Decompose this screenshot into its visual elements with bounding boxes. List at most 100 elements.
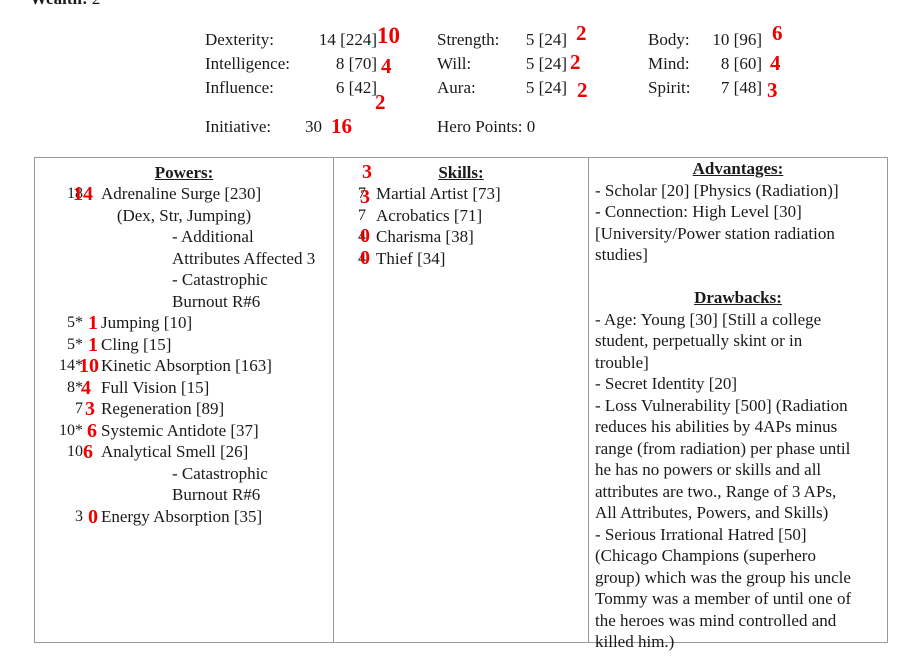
attribute-name: Strength: [437, 30, 500, 49]
drawback-line: - Secret Identity [20] [595, 374, 738, 393]
skill-name: Charisma [38] [376, 227, 474, 246]
hero-points: Hero Points: 0 [437, 117, 536, 136]
power-entry: 7 3 Regeneration [89] [35, 398, 333, 420]
attribute-annotation: 10 [377, 23, 400, 48]
attribute-row: Intelligence: 8 [70] 4 [205, 54, 420, 78]
attribute-annotation: 2 [375, 90, 386, 114]
power-annotation: 6 [87, 419, 97, 442]
initiative-annotation: 16 [331, 114, 352, 138]
drawback-line: - Serious Irrational Hatred [50] [595, 524, 807, 544]
skills-column: Skills: 7 3 Martial Artist [73] 7 3 Acro… [334, 158, 589, 642]
power-ap: 8* [67, 378, 83, 396]
drawback-line: he has no powers or skills and all [595, 460, 822, 479]
skill-ap: 7 [358, 206, 366, 224]
attribute-row: Spirit: 7 [48] 3 [648, 78, 848, 102]
power-annotation: 1 [88, 333, 98, 356]
skills-heading: Skills: [438, 163, 484, 182]
skill-entry: 4 0 Thief [34] [334, 248, 588, 270]
advantages-heading: Advantages: [692, 159, 784, 178]
wealth-label: Wealth: [30, 0, 88, 8]
attribute-row: Aura: 5 [24] 2 [437, 78, 637, 102]
power-name: Kinetic Absorption [163] [101, 356, 272, 375]
attribute-annotation: 2 [577, 78, 588, 102]
drawback-line: the heroes was mind controlled and [595, 610, 837, 630]
power-detail-line: - Catastrophic [172, 270, 268, 289]
drawbacks-heading: Drawbacks: [694, 288, 782, 307]
power-entry: 10* 6 Systemic Antidote [37] [35, 420, 333, 442]
attribute-name: Will: [437, 54, 472, 73]
attribute-row: Mind: 8 [60] 4 [648, 51, 848, 78]
powers-column: Powers: 18 14 Adrenaline Surge [230] (De… [35, 158, 334, 642]
power-annotation: 0 [88, 505, 98, 528]
drawback-line: reduces his abilities by 4APs minus [595, 417, 838, 436]
power-name: Energy Absorption [35] [101, 506, 263, 526]
attribute-column-body-mind-spirit: Body: 10 [96] 6 Mind: 8 [60] 4 Spirit: 7… [648, 23, 848, 102]
wealth-value: 2 [92, 0, 101, 8]
power-ap: 10* [59, 421, 83, 439]
power-ap: 14* [59, 357, 83, 374]
power-ap: 5* [67, 314, 83, 331]
initiative-value: 30 [305, 117, 322, 136]
power-name: Adrenaline Surge [230] [101, 184, 262, 203]
skill-entry: 7 3 Acrobatics [71] [334, 187, 588, 227]
power-entry: 5* 1 Jumping [10] [35, 312, 333, 334]
power-annotation: 14 [73, 183, 93, 205]
drawback-line: killed him.) [595, 632, 675, 651]
attribute-annotation: 4 [770, 51, 781, 75]
attribute-name: Dexterity: [205, 30, 274, 49]
drawback-line: Tommy was a member of until one of [595, 589, 852, 608]
skill-name: Acrobatics [71] [376, 205, 483, 225]
attribute-name: Intelligence: [205, 54, 290, 73]
power-entry: 18 14 Adrenaline Surge [230] [35, 183, 333, 205]
skill-entry: 7 3 Martial Artist [73] [334, 162, 588, 205]
power-ap: 3 [75, 507, 83, 525]
power-annotation: 1 [88, 312, 98, 334]
power-name: Systemic Antidote [37] [101, 420, 259, 440]
power-annotation: 6 [83, 441, 93, 463]
attribute-value: 8 [60] [720, 54, 762, 73]
skill-entry: 4 0 Charisma [38] [334, 226, 588, 248]
drawback-line: attributes are two., Range of 3 APs, [595, 481, 837, 501]
drawback-line: - Age: Young [30] [Still a college [595, 309, 822, 329]
drawback-line: (Chicago Champions (superhero [595, 546, 816, 565]
power-ap: 5* [67, 335, 83, 353]
drawback-line: - Loss Vulnerability [500] (Radiation [595, 395, 848, 415]
attribute-name: Body: [648, 30, 690, 49]
attribute-value: 6 [42] [335, 78, 377, 97]
attribute-row: Influence: 6 [42] 2 [205, 78, 420, 113]
wealth-line: Wealth: 2 [30, 0, 100, 9]
attribute-value: 5 [24] [525, 54, 567, 73]
character-sheet-page: Wealth: 2 Dexterity: 14 [224] 10 Intelli… [0, 0, 912, 663]
power-entry: 5* 1 Cling [15] [35, 334, 333, 356]
power-entry: 10 6 Analytical Smell [26] [35, 441, 333, 463]
attribute-row: Will: 5 [24] 2 [437, 50, 637, 78]
power-name: Full Vision [15] [101, 377, 210, 397]
power-ap: 7 [75, 400, 83, 417]
power-annotation: 10 [79, 355, 99, 377]
attribute-annotation: 2 [576, 21, 587, 45]
drawback-line: trouble] [595, 352, 649, 372]
skill-annotation: 3 [362, 161, 372, 183]
drawback-line: range (from radiation) per phase until [595, 438, 851, 458]
attribute-column-strength-will-aura: Strength: 5 [24] 2 Will: 5 [24] 2 Aura: … [437, 23, 637, 102]
drawback-line: student, perpetually skint or in [595, 331, 803, 350]
attribute-annotation: 2 [570, 50, 581, 74]
advantages-body: Advantages: - Scholar [20] [Physics (Rad… [589, 158, 887, 653]
power-name: Cling [15] [101, 334, 172, 354]
stats-table: Powers: 18 14 Adrenaline Surge [230] (De… [34, 157, 888, 651]
skill-name: Thief [34] [376, 248, 446, 268]
powers-heading: Powers: [154, 163, 214, 182]
power-detail-line: Burnout R#6 [172, 291, 261, 311]
power-annotation: 4 [81, 376, 91, 399]
attribute-annotation: 3 [767, 78, 778, 102]
attribute-row: Dexterity: 14 [224] 10 [205, 24, 420, 54]
attribute-row: Strength: 5 [24] 2 [437, 23, 637, 54]
skill-name: Martial Artist [73] [376, 184, 501, 203]
power-detail-line: - Catastrophic [172, 463, 268, 483]
power-name: Regeneration [89] [101, 399, 225, 418]
power-name: Analytical Smell [26] [101, 442, 249, 461]
attribute-column-physical-mental: Dexterity: 14 [224] 10 Intelligence: 8 [… [205, 24, 420, 113]
attribute-name: Aura: [437, 78, 476, 97]
advantage-line: [University/Power station radiation [595, 223, 835, 243]
attribute-name: Spirit: [648, 78, 691, 97]
